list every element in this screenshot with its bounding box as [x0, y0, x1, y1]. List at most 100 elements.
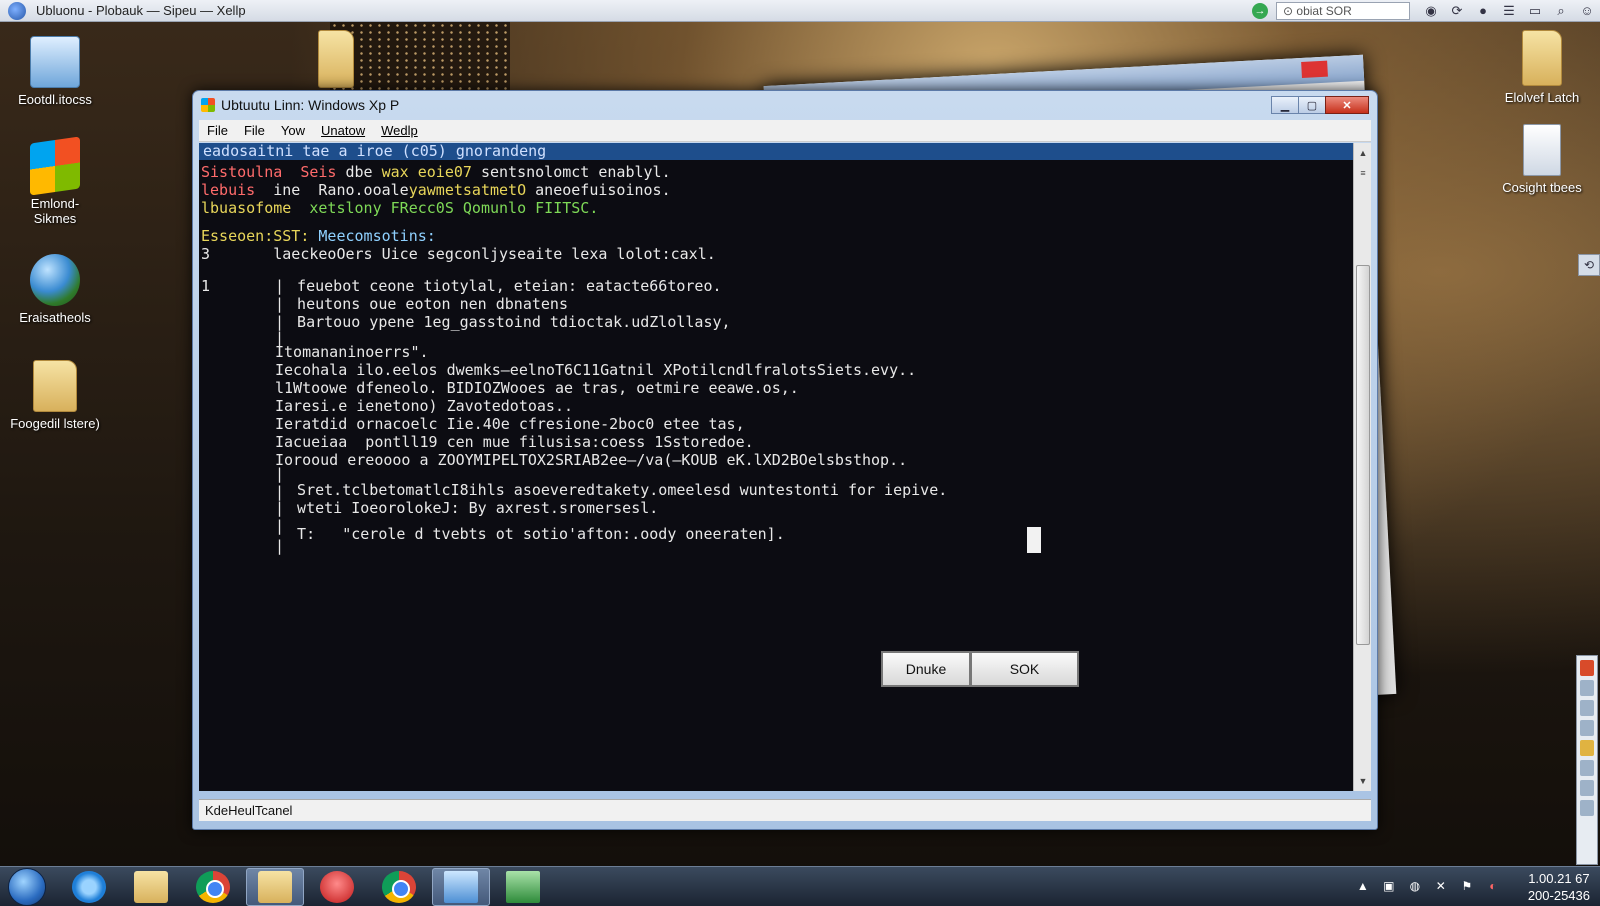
gadget-toggle-icon[interactable]: ⟲	[1578, 254, 1600, 276]
toolbar-slot-icon[interactable]	[1580, 660, 1594, 676]
terminal-line: T: "cerole d tvebts ot sotio'afton:.oody…	[279, 525, 785, 543]
terminal-line: Iacueiaa pontll19 cen mue filusisa:coess…	[275, 433, 754, 451]
toolbar-slot-icon[interactable]	[1580, 680, 1594, 696]
extension-icon[interactable]: ●	[1474, 3, 1492, 19]
terminal-line: Iecohala ilo.eelos dwemks—eelnoT6C11Gatn…	[275, 361, 917, 379]
desktop-icon-label: Emlond- Sikmes	[30, 196, 80, 226]
folder-icon	[134, 870, 168, 903]
toolbar-slot-icon[interactable]	[1580, 780, 1594, 796]
terminal-line: 3 laeckeoOers Uice segconljyseaite lexa …	[201, 245, 716, 263]
taskbar-chrome-2[interactable]	[370, 868, 428, 906]
spreadsheet-icon	[506, 870, 540, 903]
search-icon[interactable]: ⌕	[1552, 3, 1570, 19]
internet-explorer-icon	[72, 870, 106, 903]
terminal-line: Itomananinoerrs".	[275, 343, 429, 361]
side-toolbar	[1576, 655, 1598, 865]
terminal-line-number: 1	[201, 277, 211, 295]
toolbar-slot-icon[interactable]	[1580, 720, 1594, 736]
toolbar-slot-icon[interactable]	[1580, 760, 1594, 776]
desktop-icon-recycle[interactable]: Eootdl.itocss	[0, 36, 110, 107]
flag-icon[interactable]: ⚑	[1458, 879, 1476, 895]
minimize-button[interactable]: ▁	[1271, 96, 1299, 114]
toolbar-slot-icon[interactable]	[1580, 740, 1594, 756]
scroll-grip-icon[interactable]: ≡	[1354, 165, 1372, 181]
ok-button[interactable]: SOK	[971, 651, 1079, 687]
menu-item-help[interactable]: Wedlp	[373, 123, 426, 138]
menu-icon[interactable]: ☰	[1500, 3, 1518, 19]
window-icon[interactable]: ▭	[1526, 3, 1544, 19]
chevron-up-icon[interactable]: ▲	[1354, 879, 1372, 895]
terminal-line: Sistoulna Seis dbe wax eoie07 sentsnolom…	[201, 163, 671, 181]
media-player-icon	[320, 870, 354, 903]
system-tray: ▲ ▣ ◍ ✕ ⚑ ◐ 1.00.21 67 200-25436	[1350, 870, 1600, 904]
decline-button[interactable]: Dnuke	[881, 651, 971, 687]
top-bar: Ubluonu - Plobauk — Sipeu — Xellp → ⊙ ob…	[0, 0, 1600, 22]
terminal-line: Bartouo ypene 1eg_gasstoind tdioctak.udZ…	[279, 313, 731, 331]
taskbar-explorer[interactable]	[122, 868, 180, 906]
terminal-line: Ieratdid ornacoelc Iie.40e cfresione-2bo…	[275, 415, 745, 433]
menu-item-file[interactable]: File	[199, 123, 236, 138]
toolbar-slot-icon[interactable]	[1580, 700, 1594, 716]
terminal-line: heutons oue eoton nen dbnatens	[279, 295, 568, 313]
window-title: Ubtuutu Linn: Windows Xp P	[221, 97, 400, 113]
tray-app-icon[interactable]: ▣	[1380, 879, 1398, 895]
dialog-buttons: Dnuke SOK	[881, 651, 1079, 687]
desktop-icon-network[interactable]: Eraisatheols	[0, 254, 110, 325]
desktop-icon-label: Eraisatheols	[19, 310, 91, 325]
taskbar-window[interactable]	[432, 867, 490, 906]
window-icon	[444, 870, 478, 903]
desktop-icon-label: Elolvef Latch	[1504, 90, 1580, 105]
app-logo-icon[interactable]	[8, 1, 26, 20]
wallpaper-sparkle	[330, 22, 510, 92]
scrollbar-thumb[interactable]	[1356, 265, 1370, 645]
taskbar-spreadsheet[interactable]	[494, 868, 552, 906]
desktop-icon-document[interactable]: Cosight tbees	[1487, 124, 1597, 195]
folder-icon	[258, 870, 292, 903]
terminal-window: Ubtuutu Linn: Windows Xp P ▁ ▢ ✕ File Fi…	[192, 90, 1378, 830]
close-icon	[1301, 60, 1328, 78]
close-button[interactable]: ✕	[1325, 96, 1369, 114]
terminal-output[interactable]: eadosaitni tae a iroe (c05) gnorandeng S…	[199, 143, 1353, 791]
desktop-icon-folder[interactable]: Foogedil lstere)	[0, 360, 110, 431]
menu-item-view[interactable]: Yow	[273, 123, 313, 138]
network-icon[interactable]: ◍	[1406, 879, 1424, 895]
desktop-icon-folder-right[interactable]: Elolvef Latch	[1487, 30, 1597, 105]
recycle-bin-icon	[30, 36, 80, 88]
address-field[interactable]: ⊙ obiat SOR	[1276, 1, 1410, 20]
folder-icon	[1522, 30, 1562, 86]
tools-icon[interactable]: ✕	[1432, 879, 1450, 895]
go-icon[interactable]: →	[1252, 2, 1268, 19]
clock-time: 1.00.21 67	[1528, 870, 1590, 886]
refresh-icon[interactable]: ⟳	[1448, 3, 1466, 19]
volume-icon[interactable]: ◐	[1484, 879, 1502, 895]
browser-icon[interactable]: ◉	[1422, 3, 1440, 19]
start-button[interactable]	[8, 867, 46, 906]
toolbar-slot-icon[interactable]	[1580, 800, 1594, 816]
terminal-line: lebuis ine Rano.ooaleyawmetsatmetO aneoe…	[201, 181, 671, 199]
taskbar-ie[interactable]	[60, 868, 118, 906]
scroll-down-icon[interactable]: ▼	[1354, 773, 1372, 789]
taskbar-chrome[interactable]	[184, 868, 242, 906]
folder-icon[interactable]	[318, 30, 354, 88]
chrome-icon	[382, 870, 416, 903]
vertical-scrollbar[interactable]: ▲ ≡ ▼	[1353, 143, 1371, 791]
window-titlebar[interactable]: Ubtuutu Linn: Windows Xp P ▁ ▢ ✕	[193, 91, 1377, 119]
terminal-line: Iorooud ereoooo a ZOOYMIPELTOX2SRIAB2ee—…	[275, 451, 908, 469]
windows-logo-icon	[30, 136, 80, 196]
folder-icon	[33, 360, 77, 412]
taskbar-files-active[interactable]	[246, 867, 304, 906]
terminal-section: Esseoen:SST: Meecomsotins:	[201, 227, 436, 245]
desktop-icon-label: Foogedil lstere)	[10, 416, 100, 431]
maximize-button[interactable]: ▢	[1298, 96, 1326, 114]
clock-date: 200-25436	[1527, 887, 1590, 903]
terminal-line: feuebot ceone tiotylal, eteian: eatacte6…	[279, 277, 722, 295]
menu-item-window[interactable]: Unatow	[313, 123, 373, 138]
menu-item-file-2[interactable]: File	[236, 123, 273, 138]
desktop-icon-windows[interactable]: Emlond- Sikmes	[0, 136, 110, 226]
desktop-icon-label: Eootdl.itocss	[18, 92, 92, 107]
scroll-up-icon[interactable]: ▲	[1354, 145, 1372, 161]
menu-bar: File File Yow Unatow Wedlp	[199, 120, 1371, 142]
taskbar-media[interactable]	[308, 868, 366, 906]
system-clock[interactable]: 1.00.21 67 200-25436	[1528, 870, 1590, 904]
user-icon[interactable]: ☺	[1578, 3, 1596, 19]
